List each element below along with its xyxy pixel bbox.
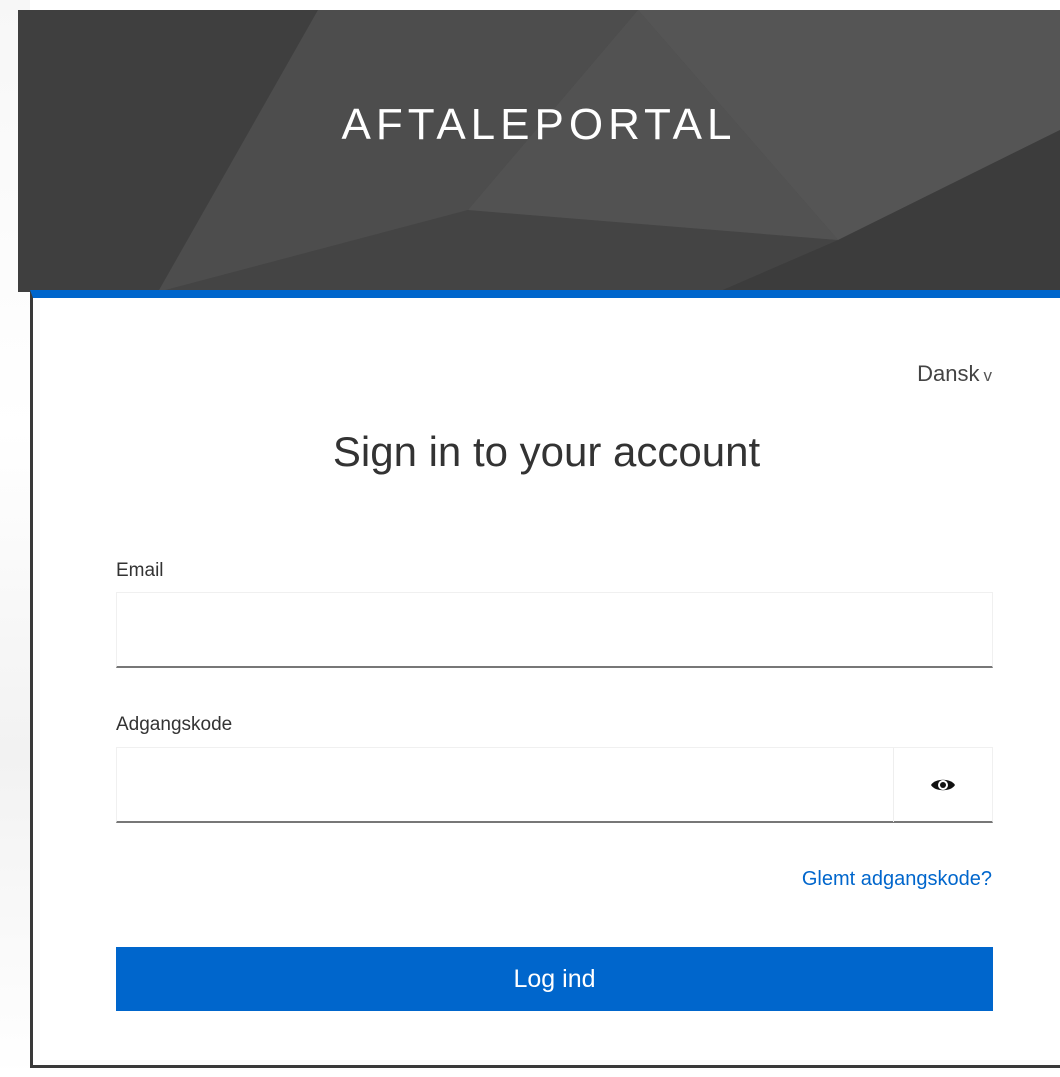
portal-header: AFTALEPORTAL bbox=[18, 10, 1060, 292]
forgot-password-link[interactable]: Glemt adgangskode? bbox=[802, 868, 992, 891]
password-field-wrapper bbox=[116, 747, 993, 823]
show-password-button[interactable] bbox=[893, 748, 992, 822]
header-pattern bbox=[18, 10, 1060, 292]
language-selected: Dansk bbox=[917, 361, 980, 386]
language-selector[interactable]: Dansk v bbox=[917, 361, 992, 387]
email-field-wrapper bbox=[116, 592, 993, 668]
page-bottom-edge bbox=[0, 1068, 1060, 1077]
password-label: Adgangskode bbox=[116, 714, 233, 735]
login-card: Dansk v Sign in to your account Email Adg… bbox=[30, 290, 1060, 1068]
login-button[interactable]: Log ind bbox=[116, 947, 993, 1011]
email-field[interactable] bbox=[117, 593, 992, 666]
portal-title: AFTALEPORTAL bbox=[341, 100, 737, 149]
eye-icon bbox=[931, 779, 955, 791]
email-label: Email bbox=[116, 560, 164, 581]
password-field[interactable] bbox=[117, 748, 895, 821]
login-title: Sign in to your account bbox=[332, 428, 761, 475]
chevron-down-icon: v bbox=[983, 366, 993, 385]
